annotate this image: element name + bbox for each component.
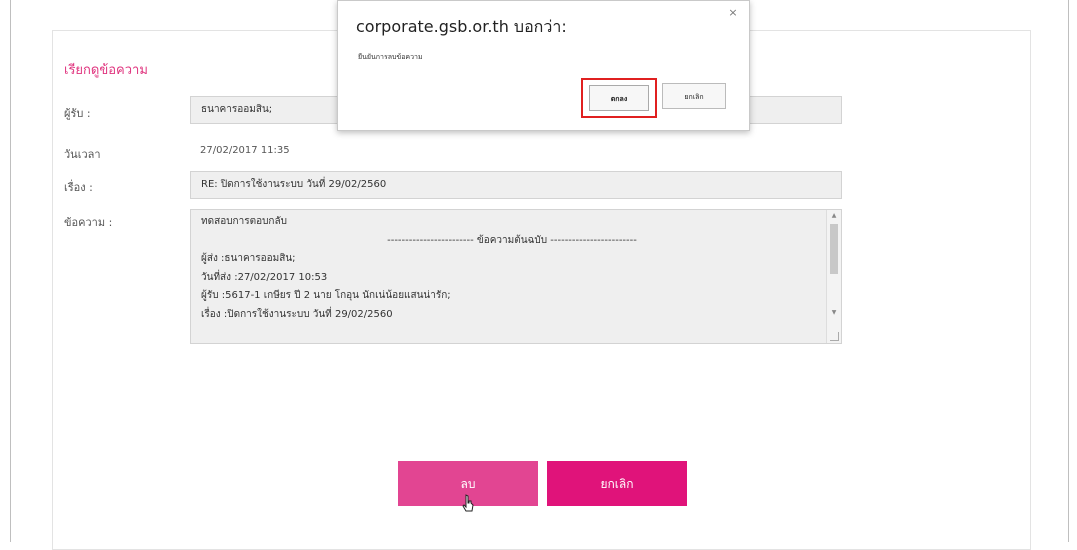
ok-button-highlight: ตกลง (581, 78, 657, 118)
dialog-ok-button[interactable]: ตกลง (589, 85, 649, 111)
dialog-title: corporate.gsb.or.th บอกว่า: (356, 17, 567, 36)
datetime-value: 27/02/2017 11:35 (200, 145, 290, 156)
message-lines: ทดสอบการตอบกลับ ------------------------… (201, 213, 823, 324)
confirm-dialog: corporate.gsb.or.th บอกว่า: × ยืนยันการล… (337, 0, 750, 131)
message-line: วันที่ส่ง :27/02/2017 10:53 (201, 271, 328, 283)
message-line: ผู้ส่ง :ธนาคารออมสิน; (201, 253, 296, 264)
resize-grip-icon[interactable] (830, 332, 839, 341)
scroll-down-arrow-icon[interactable]: ▼ (827, 307, 841, 319)
dialog-message: ยืนยันการลบข้อความ (358, 53, 423, 61)
form-title: เรียกดูข้อความ (64, 63, 148, 78)
message-line: ทดสอบการตอบกลับ (201, 216, 287, 227)
subject-field[interactable]: RE: ปิดการใช้งานระบบ วันที่ 29/02/2560 (190, 171, 842, 199)
close-icon[interactable]: × (727, 7, 739, 19)
scroll-thumb[interactable] (830, 224, 838, 274)
message-line: เรื่อง :ปิดการใช้งานระบบ วันที่ 29/02/25… (201, 308, 393, 320)
message-textarea[interactable]: ทดสอบการตอบกลับ ------------------------… (190, 209, 842, 344)
datetime-label: วันเวลา (64, 148, 101, 161)
message-scrollbar[interactable]: ▲ ▼ (826, 210, 841, 343)
message-line: ผู้รับ :5617-1 เกษียร ปี 2 นาย โกอุน นัก… (201, 290, 451, 301)
recipient-label: ผู้รับ : (64, 107, 91, 120)
subject-label: เรื่อง : (64, 181, 93, 194)
message-label: ข้อความ : (64, 216, 113, 229)
mouse-pointer-icon (462, 494, 474, 512)
message-line: ------------------------ ข้อความต้นฉบับ … (387, 234, 637, 246)
scroll-up-arrow-icon[interactable]: ▲ (827, 210, 841, 222)
dialog-cancel-button[interactable]: ยกเลิก (662, 83, 726, 109)
cancel-button[interactable]: ยกเลิก (547, 461, 687, 506)
